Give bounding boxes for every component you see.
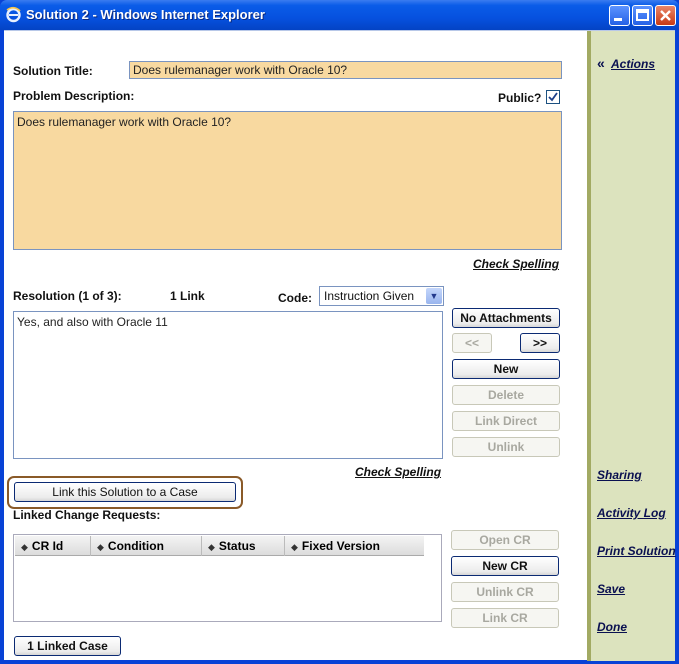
link-direct-button[interactable]: Link Direct: [452, 411, 560, 431]
check-spelling-link-resolution[interactable]: Check Spelling: [355, 465, 441, 479]
window-title: Solution 2 - Windows Internet Explorer: [26, 7, 265, 22]
maximize-icon: [636, 9, 649, 21]
column-header-cr-id[interactable]: ◆ CR Id: [15, 536, 91, 556]
checkmark-icon: [548, 92, 558, 102]
column-header-status[interactable]: ◆ Status: [202, 536, 285, 556]
chevron-down-icon[interactable]: ▼: [426, 288, 442, 304]
close-button[interactable]: [655, 5, 676, 26]
code-select[interactable]: Instruction Given ▼: [319, 286, 444, 306]
resolution-textarea[interactable]: Yes, and also with Oracle 11: [13, 311, 443, 459]
new-cr-button[interactable]: New CR: [451, 556, 559, 576]
actions-link[interactable]: Actions: [611, 57, 655, 71]
solution-title-input[interactable]: Does rulemanager work with Oracle 10?: [129, 61, 562, 79]
activity-log-link[interactable]: Activity Log: [597, 506, 666, 520]
maximize-button[interactable]: [632, 5, 653, 26]
title-bar[interactable]: Solution 2 - Windows Internet Explorer: [0, 0, 679, 30]
window-border-bottom: [0, 660, 679, 664]
sort-icon: ◆: [21, 542, 28, 552]
minimize-button[interactable]: [609, 5, 630, 26]
unlink-button[interactable]: Unlink: [452, 437, 560, 457]
change-requests-table[interactable]: ◆ CR Id ◆ Condition ◆ Status ◆ Fixed Version: [13, 534, 442, 622]
problem-description-label: Problem Description:: [13, 89, 135, 103]
link-solution-to-case-button[interactable]: Link this Solution to a Case: [14, 482, 236, 502]
new-resolution-button[interactable]: New: [452, 359, 560, 379]
column-header-fixed-version[interactable]: ◆ Fixed Version: [285, 536, 424, 556]
table-header: ◆ CR Id ◆ Condition ◆ Status ◆ Fixed Version: [15, 536, 424, 556]
column-header-condition[interactable]: ◆ Condition: [91, 536, 202, 556]
sharing-link[interactable]: Sharing: [597, 468, 642, 482]
linked-change-requests-label: Linked Change Requests:: [13, 508, 161, 522]
no-attachments-button[interactable]: No Attachments: [452, 308, 560, 328]
sort-icon: ◆: [97, 542, 104, 552]
code-select-value: Instruction Given: [324, 289, 415, 303]
sort-icon: ◆: [291, 542, 298, 552]
public-checkbox[interactable]: [546, 90, 560, 104]
link-count: 1 Link: [170, 289, 205, 303]
link-cr-button[interactable]: Link CR: [451, 608, 559, 628]
public-label: Public?: [498, 91, 542, 105]
done-link[interactable]: Done: [597, 620, 627, 634]
open-cr-button[interactable]: Open CR: [451, 530, 559, 550]
linked-case-button[interactable]: 1 Linked Case: [14, 636, 121, 656]
previous-resolution-button[interactable]: <<: [452, 333, 492, 353]
save-link[interactable]: Save: [597, 582, 625, 596]
actions-side-panel: « Actions Sharing Activity Log Print Sol…: [587, 31, 676, 661]
close-icon: [660, 10, 671, 21]
resolution-label: Resolution (1 of 3):: [13, 289, 122, 303]
browser-window: Solution 2 - Windows Internet Explorer S…: [0, 0, 679, 664]
unlink-cr-button[interactable]: Unlink CR: [451, 582, 559, 602]
solution-title-label: Solution Title:: [13, 64, 93, 78]
collapse-icon[interactable]: «: [597, 55, 605, 71]
internet-explorer-icon: [6, 6, 21, 23]
problem-description-textarea[interactable]: Does rulemanager work with Oracle 10?: [13, 111, 562, 250]
sort-icon: ◆: [208, 542, 215, 552]
code-label: Code:: [278, 291, 312, 305]
delete-resolution-button[interactable]: Delete: [452, 385, 560, 405]
window-border-right: [675, 30, 679, 660]
minimize-icon: [614, 18, 622, 21]
check-spelling-link-description[interactable]: Check Spelling: [473, 257, 559, 271]
page-content: Solution Title: Does rulemanager work wi…: [4, 30, 676, 661]
next-resolution-button[interactable]: >>: [520, 333, 560, 353]
print-solution-link[interactable]: Print Solution: [597, 544, 676, 558]
